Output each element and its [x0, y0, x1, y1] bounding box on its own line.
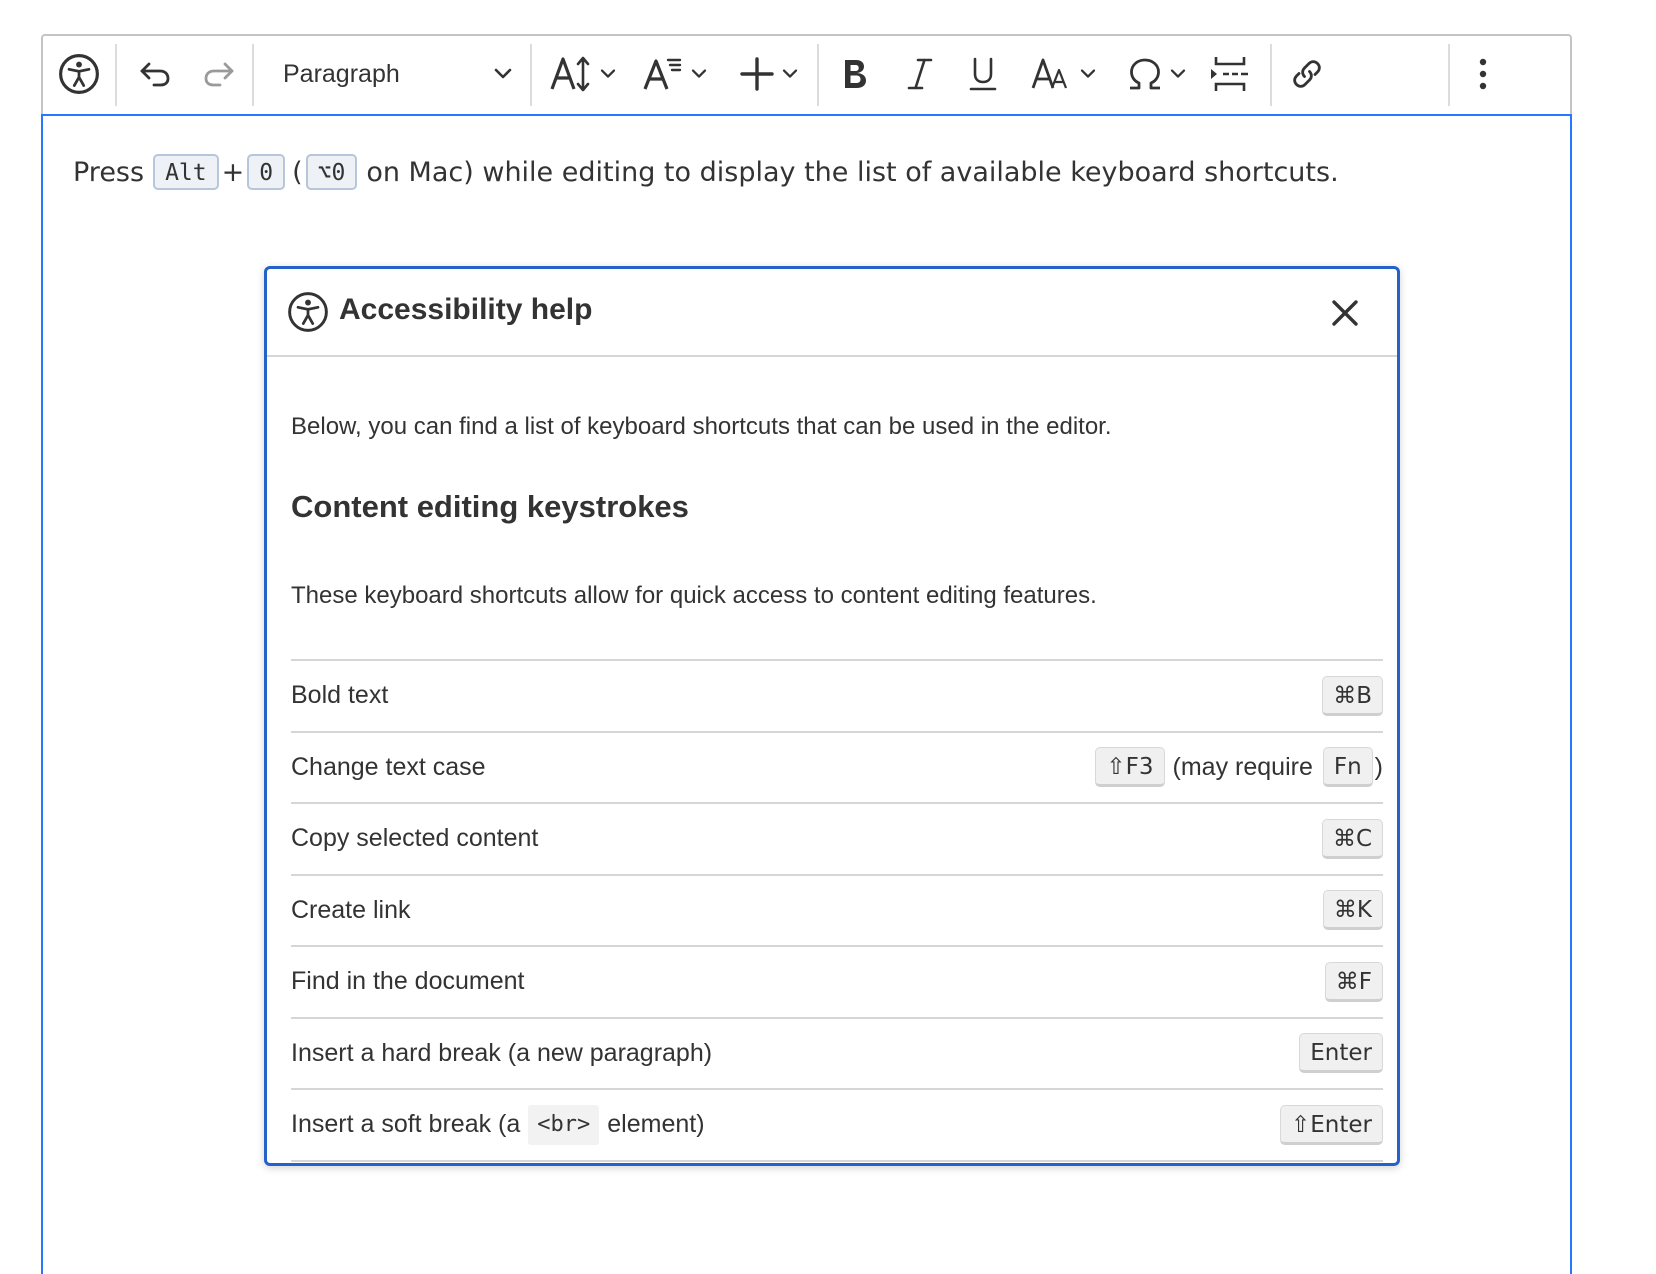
shortcut-label: Create link [291, 895, 411, 924]
code-snippet: <br> [528, 1104, 600, 1145]
rest-text: on Mac) while editing to display the lis… [366, 156, 1339, 188]
shortcut-key-fn: Fn [1322, 747, 1373, 788]
accessibility-button[interactable] [55, 46, 103, 102]
shortcut-key: ⌘C [1321, 818, 1383, 859]
special-characters-dropdown[interactable] [1117, 46, 1197, 102]
link-icon [1293, 60, 1321, 88]
shortcut-label: Copy selected content [291, 824, 539, 853]
italic-icon [907, 58, 933, 90]
shortcut-label: Find in the document [291, 967, 525, 996]
kbd-zero: 0 [247, 154, 286, 190]
shortcut-note: (may require [1172, 752, 1313, 781]
shortcut-label: Change text case [291, 752, 486, 781]
font-family-icon [643, 58, 682, 90]
dialog-header: Accessibility help [267, 269, 1397, 357]
link-button[interactable] [1285, 46, 1329, 102]
press-text: Press [73, 156, 145, 188]
shortcut-row: Insert a hard break (a new paragraph) En… [291, 1019, 1383, 1090]
more-options-button[interactable] [1461, 46, 1505, 102]
section-title: Content editing keystrokes [291, 489, 689, 524]
shortcut-row: Copy selected content ⌘C [291, 804, 1383, 876]
shortcut-key: ⌘K [1322, 890, 1383, 931]
shortcut-row: Insert a soft break (a <br> element) ⇧En… [291, 1090, 1383, 1162]
shortcut-row: Change text case ⇧F3 (may require Fn ) [291, 733, 1383, 804]
plus-text: + [221, 156, 245, 188]
shortcut-key: ⇧Enter [1279, 1104, 1383, 1145]
more-vertical-icon [1479, 58, 1487, 90]
kbd-alt: Alt [153, 154, 219, 190]
shortcut-row: Find in the document ⌘F [291, 947, 1383, 1019]
dialog-title: Accessibility help [339, 293, 593, 326]
shortcut-label: Bold text [291, 681, 389, 710]
undo-button[interactable] [133, 46, 177, 102]
close-icon [1332, 300, 1358, 326]
shortcut-key: ⌘B [1322, 675, 1383, 716]
italic-button[interactable] [898, 46, 942, 102]
shortcut-note-close: ) [1374, 752, 1383, 781]
shortcut-key: ⇧F3 [1095, 747, 1165, 788]
shortcut-row: Bold text ⌘B [291, 661, 1383, 733]
dialog-intro: Below, you can find a list of keyboard s… [291, 413, 1112, 440]
text-case-dropdown[interactable] [1023, 46, 1105, 102]
font-size-icon [550, 56, 590, 92]
accessibility-icon [287, 291, 329, 338]
toolbar-separator [1270, 44, 1272, 106]
accessibility-icon [59, 54, 99, 94]
plus-icon [740, 57, 774, 91]
underline-button[interactable] [961, 46, 1005, 102]
insert-dropdown[interactable] [727, 46, 811, 102]
open-paren-text: ( [292, 156, 303, 188]
chevron-down-icon [494, 68, 512, 79]
kbd-mac: ⌥0 [305, 154, 358, 190]
undo-icon [140, 62, 170, 87]
font-size-dropdown[interactable] [543, 46, 623, 102]
close-button[interactable] [1327, 295, 1363, 331]
toolbar-separator [530, 44, 532, 106]
special-characters-icon [1130, 58, 1160, 90]
editor-content-area[interactable]: Press Alt + 0 ( ⌥0 on Mac) while editing… [41, 114, 1572, 1274]
shortcut-label-pre: Insert a soft break (a [291, 1110, 521, 1139]
editor-toolbar: Paragraph [41, 34, 1572, 114]
toolbar-separator [252, 44, 254, 106]
shortcut-list: Bold text ⌘B Change text case ⇧F3 (may r… [291, 659, 1383, 1162]
heading-dropdown[interactable]: Paragraph [265, 46, 527, 102]
chevron-down-icon [600, 69, 616, 78]
underline-icon [969, 57, 997, 91]
shortcut-key: Enter [1299, 1033, 1383, 1074]
page-break-button[interactable] [1205, 46, 1255, 102]
toolbar-separator [1448, 44, 1450, 106]
bold-icon [845, 60, 866, 88]
toolbar-separator [817, 44, 819, 106]
bold-button[interactable] [833, 46, 877, 102]
shortcut-row: Create link ⌘K [291, 876, 1383, 947]
section-description: These keyboard shortcuts allow for quick… [291, 582, 1097, 609]
toolbar-separator [115, 44, 117, 106]
rich-text-editor: Paragraph Press Alt + 0 (⌥0 on Mac) whi… [41, 34, 1572, 1274]
chevron-down-icon [1170, 69, 1186, 78]
font-family-dropdown[interactable] [633, 46, 717, 102]
shortcut-label-post: element) [607, 1110, 705, 1139]
chevron-down-icon [1080, 69, 1096, 78]
shortcut-key: ⌘F [1324, 961, 1383, 1002]
redo-icon [204, 62, 234, 87]
page-break-icon [1211, 57, 1248, 91]
redo-button[interactable] [197, 46, 241, 102]
heading-dropdown-label: Paragraph [283, 59, 400, 88]
chevron-down-icon [691, 69, 707, 78]
text-case-icon [1031, 58, 1068, 89]
chevron-down-icon [782, 69, 798, 78]
accessibility-help-dialog: Accessibility help Below, you can find a… [264, 266, 1400, 1166]
editor-paragraph: Press Alt + 0 ( ⌥0 on Mac) while editing… [73, 154, 1339, 190]
shortcut-label: Insert a hard break (a new paragraph) [291, 1038, 713, 1067]
shortcut-label: Insert a soft break (a <br> element) [291, 1104, 705, 1145]
